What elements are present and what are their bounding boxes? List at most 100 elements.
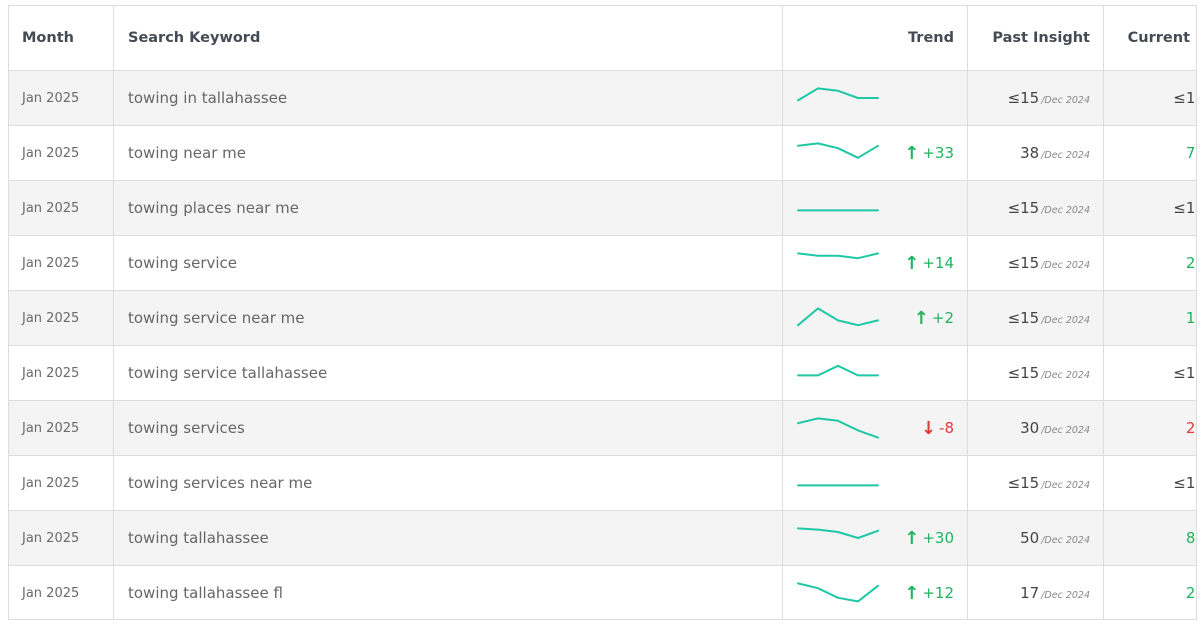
trend-sparkline [797, 364, 879, 377]
sparkline-line [797, 252, 879, 260]
cell-search-keyword: towing in tallahassee [113, 70, 783, 126]
trend-wrapper: ↑ +33 [783, 126, 954, 180]
table-header-row: Month Search Keyword Trend Past Insight … [9, 6, 1196, 71]
table-row[interactable]: Jan 2025towing service↑+14≤15/Dec 202429… [9, 235, 1196, 291]
cell-current-insight: ≤15/Jan 2025 [1103, 180, 1196, 236]
header-past-insight[interactable]: Past Insight [967, 6, 1104, 71]
trend-wrapper: ↑ +30 [783, 511, 954, 565]
table-row[interactable]: Jan 2025 towing services near me ≤15/Dec 2… [9, 455, 1196, 511]
cell-search-keyword: towing near me [113, 125, 783, 181]
trend-wrapper [783, 346, 954, 400]
trend-change-value: +30 [922, 529, 954, 547]
past-insight-period: /Dec 2024 [1041, 425, 1090, 436]
sparkline-line [797, 307, 879, 327]
table-row[interactable]: Jan 2025 towing tallahassee ↑ +30 50/Dec 202… [9, 510, 1196, 566]
cell-month: Jan 2025 [9, 510, 114, 566]
trend-wrapper: ↑ +12 [783, 566, 954, 619]
arrow-up-icon: ↑ [904, 582, 920, 604]
table-row[interactable]: Jan 2025 towing places near me ≤15/Dec 202… [9, 180, 1196, 236]
arrow-up-icon: ↑ [904, 527, 920, 549]
cell-past-insight: ≤15/Dec 2024 [967, 70, 1104, 126]
sparkline-line [797, 87, 879, 102]
cell-month: Jan 2025 [9, 235, 114, 291]
cell-past-insight: ≤15/Dec 2024 [967, 455, 1104, 511]
past-insight-value: 17 [1020, 584, 1040, 602]
current-insight-value: ≤15 [1173, 364, 1196, 382]
cell-search-keyword: towing service tallahassee [113, 345, 783, 401]
current-insight-value: 17 [1185, 309, 1196, 327]
trend-wrapper: ↑ +2 [783, 291, 954, 345]
cell-month: Jan 2025 [9, 345, 114, 401]
past-insight-value: ≤15 [1007, 89, 1040, 107]
current-insight-value: 29 [1185, 584, 1196, 602]
past-insight-period: /Dec 2024 [1041, 95, 1090, 106]
cell-trend [782, 455, 968, 511]
cell-past-insight: 38/Dec 2024 [967, 125, 1104, 181]
header-search-keyword[interactable]: Search Keyword [113, 6, 783, 71]
cell-current-insight: 22/Jan 2025 [1103, 400, 1196, 456]
trend-wrapper [783, 71, 954, 125]
trend-change: ↑ +33 [904, 143, 954, 164]
trend-change-value: +14 [922, 254, 954, 272]
table-row[interactable]: Jan 2025 towing service tallahassee ≤15/De… [9, 345, 1196, 401]
trend-sparkline [797, 307, 879, 327]
cell-search-keyword: towing tallahassee [113, 510, 783, 566]
table-row[interactable]: Jan 2025 towing in tallahassee ≤15/Dec 202… [9, 70, 1196, 126]
past-insight-period: /Dec 2024 [1041, 150, 1090, 161]
trend-sparkline [797, 527, 879, 539]
trend-sparkline [797, 484, 879, 487]
arrow-up-icon: ↑ [913, 307, 929, 329]
past-insight-value: ≤15 [1007, 309, 1040, 327]
cell-current-insight: ≤15/Jan 2025 [1103, 455, 1196, 511]
header-current-insight[interactable]: Current Insight [1103, 6, 1196, 71]
current-insight-value: ≤15 [1173, 199, 1196, 217]
past-insight-value: ≤15 [1007, 474, 1040, 492]
table-row[interactable]: Jan 2025 towing service near me ↑ +2 ≤15/Dec… [9, 290, 1196, 346]
keyword-insights-table-container: Month Search Keyword Trend Past Insight … [8, 5, 1197, 620]
cell-past-insight: ≤15/Dec 2024 [967, 290, 1104, 346]
cell-month: Jan 2025 [9, 180, 114, 236]
cell-past-insight: ≤15/Dec 2024 [967, 345, 1104, 401]
cell-trend: ↑ +12 [782, 565, 968, 619]
past-insight-period: /Dec 2024 [1041, 535, 1090, 546]
cell-trend [782, 70, 968, 126]
cell-trend [782, 345, 968, 401]
table-row[interactable]: Jan 2025towing services↓-830/Dec 202422/… [9, 400, 1196, 456]
trend-wrapper [783, 456, 954, 510]
trend-wrapper: ↓ -8 [783, 401, 954, 455]
trend-sparkline [797, 87, 879, 102]
cell-past-insight: ≤15/Dec 2024 [967, 180, 1104, 236]
cell-current-insight: 80/Jan 2025 [1103, 510, 1196, 566]
past-insight-period: /Dec 2024 [1041, 315, 1090, 326]
sparkline-line [797, 582, 879, 603]
table-row[interactable]: Jan 2025 towing tallahassee fl ↑ +12 17/Dec … [9, 565, 1196, 620]
cell-past-insight: 50/Dec 2024 [967, 510, 1104, 566]
past-insight-value: ≤15 [1007, 364, 1040, 382]
trend-sparkline [797, 252, 879, 260]
arrow-up-icon: ↑ [904, 252, 920, 274]
cell-current-insight: ≤15/Jan 2025 [1103, 345, 1196, 401]
trend-change-value: +33 [922, 144, 954, 162]
past-insight-period: /Dec 2024 [1041, 370, 1090, 381]
past-insight-value: 30 [1020, 419, 1040, 437]
sparkline-line [797, 364, 879, 377]
header-trend[interactable]: Trend [782, 6, 968, 71]
cell-search-keyword: towing services near me [113, 455, 783, 511]
cell-month: Jan 2025 [9, 400, 114, 456]
cell-current-insight: 71/Jan 2025 [1103, 125, 1196, 181]
cell-search-keyword: towing service near me [113, 290, 783, 346]
cell-trend: ↓ -8 [782, 400, 968, 456]
header-month[interactable]: Month [9, 6, 114, 71]
cell-month: Jan 2025 [9, 455, 114, 511]
trend-change: ↑ +30 [904, 528, 954, 549]
cell-trend: ↑ +33 [782, 125, 968, 181]
table-row[interactable]: Jan 2025towing near me↑+3338/Dec 202471/… [9, 125, 1196, 181]
cell-month: Jan 2025 [9, 125, 114, 181]
arrow-down-icon: ↓ [920, 417, 937, 439]
current-insight-value: 29 [1185, 254, 1196, 272]
cell-trend: ↑ +30 [782, 510, 968, 566]
sparkline-line [797, 417, 879, 439]
current-insight-value: 71 [1185, 144, 1196, 162]
cell-month: Jan 2025 [9, 565, 114, 619]
cell-current-insight: 29/Jan 2025 [1104, 566, 1196, 620]
